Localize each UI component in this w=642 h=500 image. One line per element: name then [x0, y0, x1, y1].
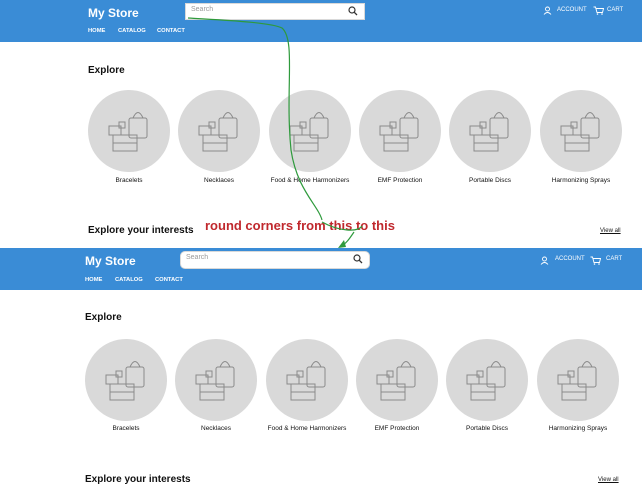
- annotation-arrow: [187, 17, 363, 248]
